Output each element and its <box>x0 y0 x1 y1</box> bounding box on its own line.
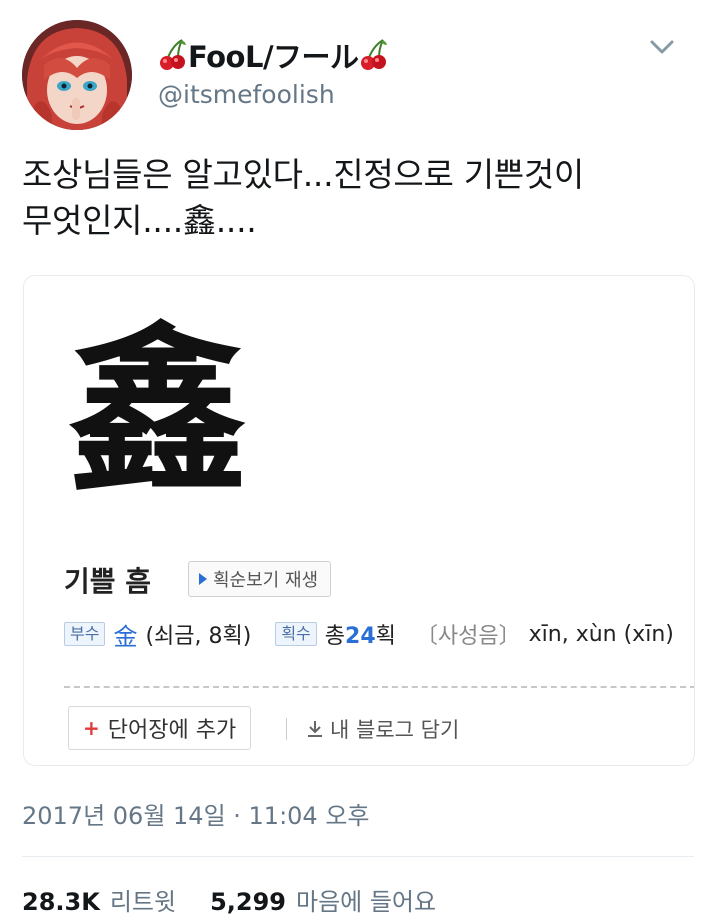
pronunciation-label: 〔사성음〕 <box>415 624 521 649</box>
user-handle[interactable]: @itsmefoolish <box>158 80 335 109</box>
strokes-suffix: 획 <box>375 624 396 649</box>
stroke-order-label: 획순보기 재생 <box>213 570 319 591</box>
save-to-blog-button[interactable]: 내 블로그 담기 <box>306 714 459 744</box>
download-icon <box>308 721 322 737</box>
radical-char[interactable]: 金 <box>113 617 137 652</box>
add-to-wordbook-label: 단어장에 추가 <box>107 718 237 743</box>
avatar[interactable] <box>22 20 132 130</box>
chevron-down-icon[interactable] <box>648 36 676 58</box>
strokes-number: 24 <box>345 624 376 649</box>
tweet-text: 조상님들은 알고있다...진정으로 기쁜것이 무엇인지....鑫.... <box>22 155 584 240</box>
stats-divider <box>22 856 694 857</box>
strokes-count: 총24획 <box>325 618 396 650</box>
plus-icon: + <box>83 716 100 740</box>
button-separator <box>286 718 287 740</box>
strokes-tag: 획수 <box>275 622 317 646</box>
display-name-text: FooL/フール <box>188 40 359 74</box>
tweet-timestamp[interactable]: 2017년 06월 14일 · 11:04 오후 <box>22 796 370 831</box>
display-name[interactable]: FooL/フール <box>158 36 389 74</box>
save-to-blog-label: 내 블로그 담기 <box>330 718 460 742</box>
retweets-count[interactable]: 28.3K <box>22 888 100 916</box>
strokes-prefix: 총 <box>324 624 346 649</box>
retweets-label[interactable]: 리트윗 <box>110 882 176 917</box>
play-icon <box>199 573 207 585</box>
hanja-meaning: 기쁠 흠 <box>64 565 152 598</box>
dashed-divider <box>64 686 694 688</box>
pronunciation-value: xīn, xùn (xīn) <box>528 621 674 647</box>
hanja-info-row: 부수 金 (쇠금, 8획) 획수 총24획 〔사성음〕 xīn, xùn (xī… <box>64 617 674 652</box>
likes-label[interactable]: 마음에 들어요 <box>296 882 436 917</box>
stroke-order-button[interactable]: 획순보기 재생 <box>188 561 332 597</box>
tweet-stats: 28.3K 리트윗 5,299 마음에 들어요 <box>22 882 436 917</box>
likes-count[interactable]: 5,299 <box>210 888 286 916</box>
radical-tag: 부수 <box>64 622 106 646</box>
hanja-character: 鑫 <box>68 306 249 517</box>
tweet-image-card[interactable]: 鑫 기쁠 흠 획순보기 재생 부수 金 (쇠금, 8획) 획수 총24획 〔사성… <box>23 275 695 766</box>
cherry-icon <box>360 39 387 70</box>
radical-desc: (쇠금, 8획) <box>145 624 252 649</box>
cherry-icon <box>160 39 186 70</box>
avatar-image <box>22 20 132 130</box>
add-to-wordbook-button[interactable]: + 단어장에 추가 <box>68 706 252 750</box>
